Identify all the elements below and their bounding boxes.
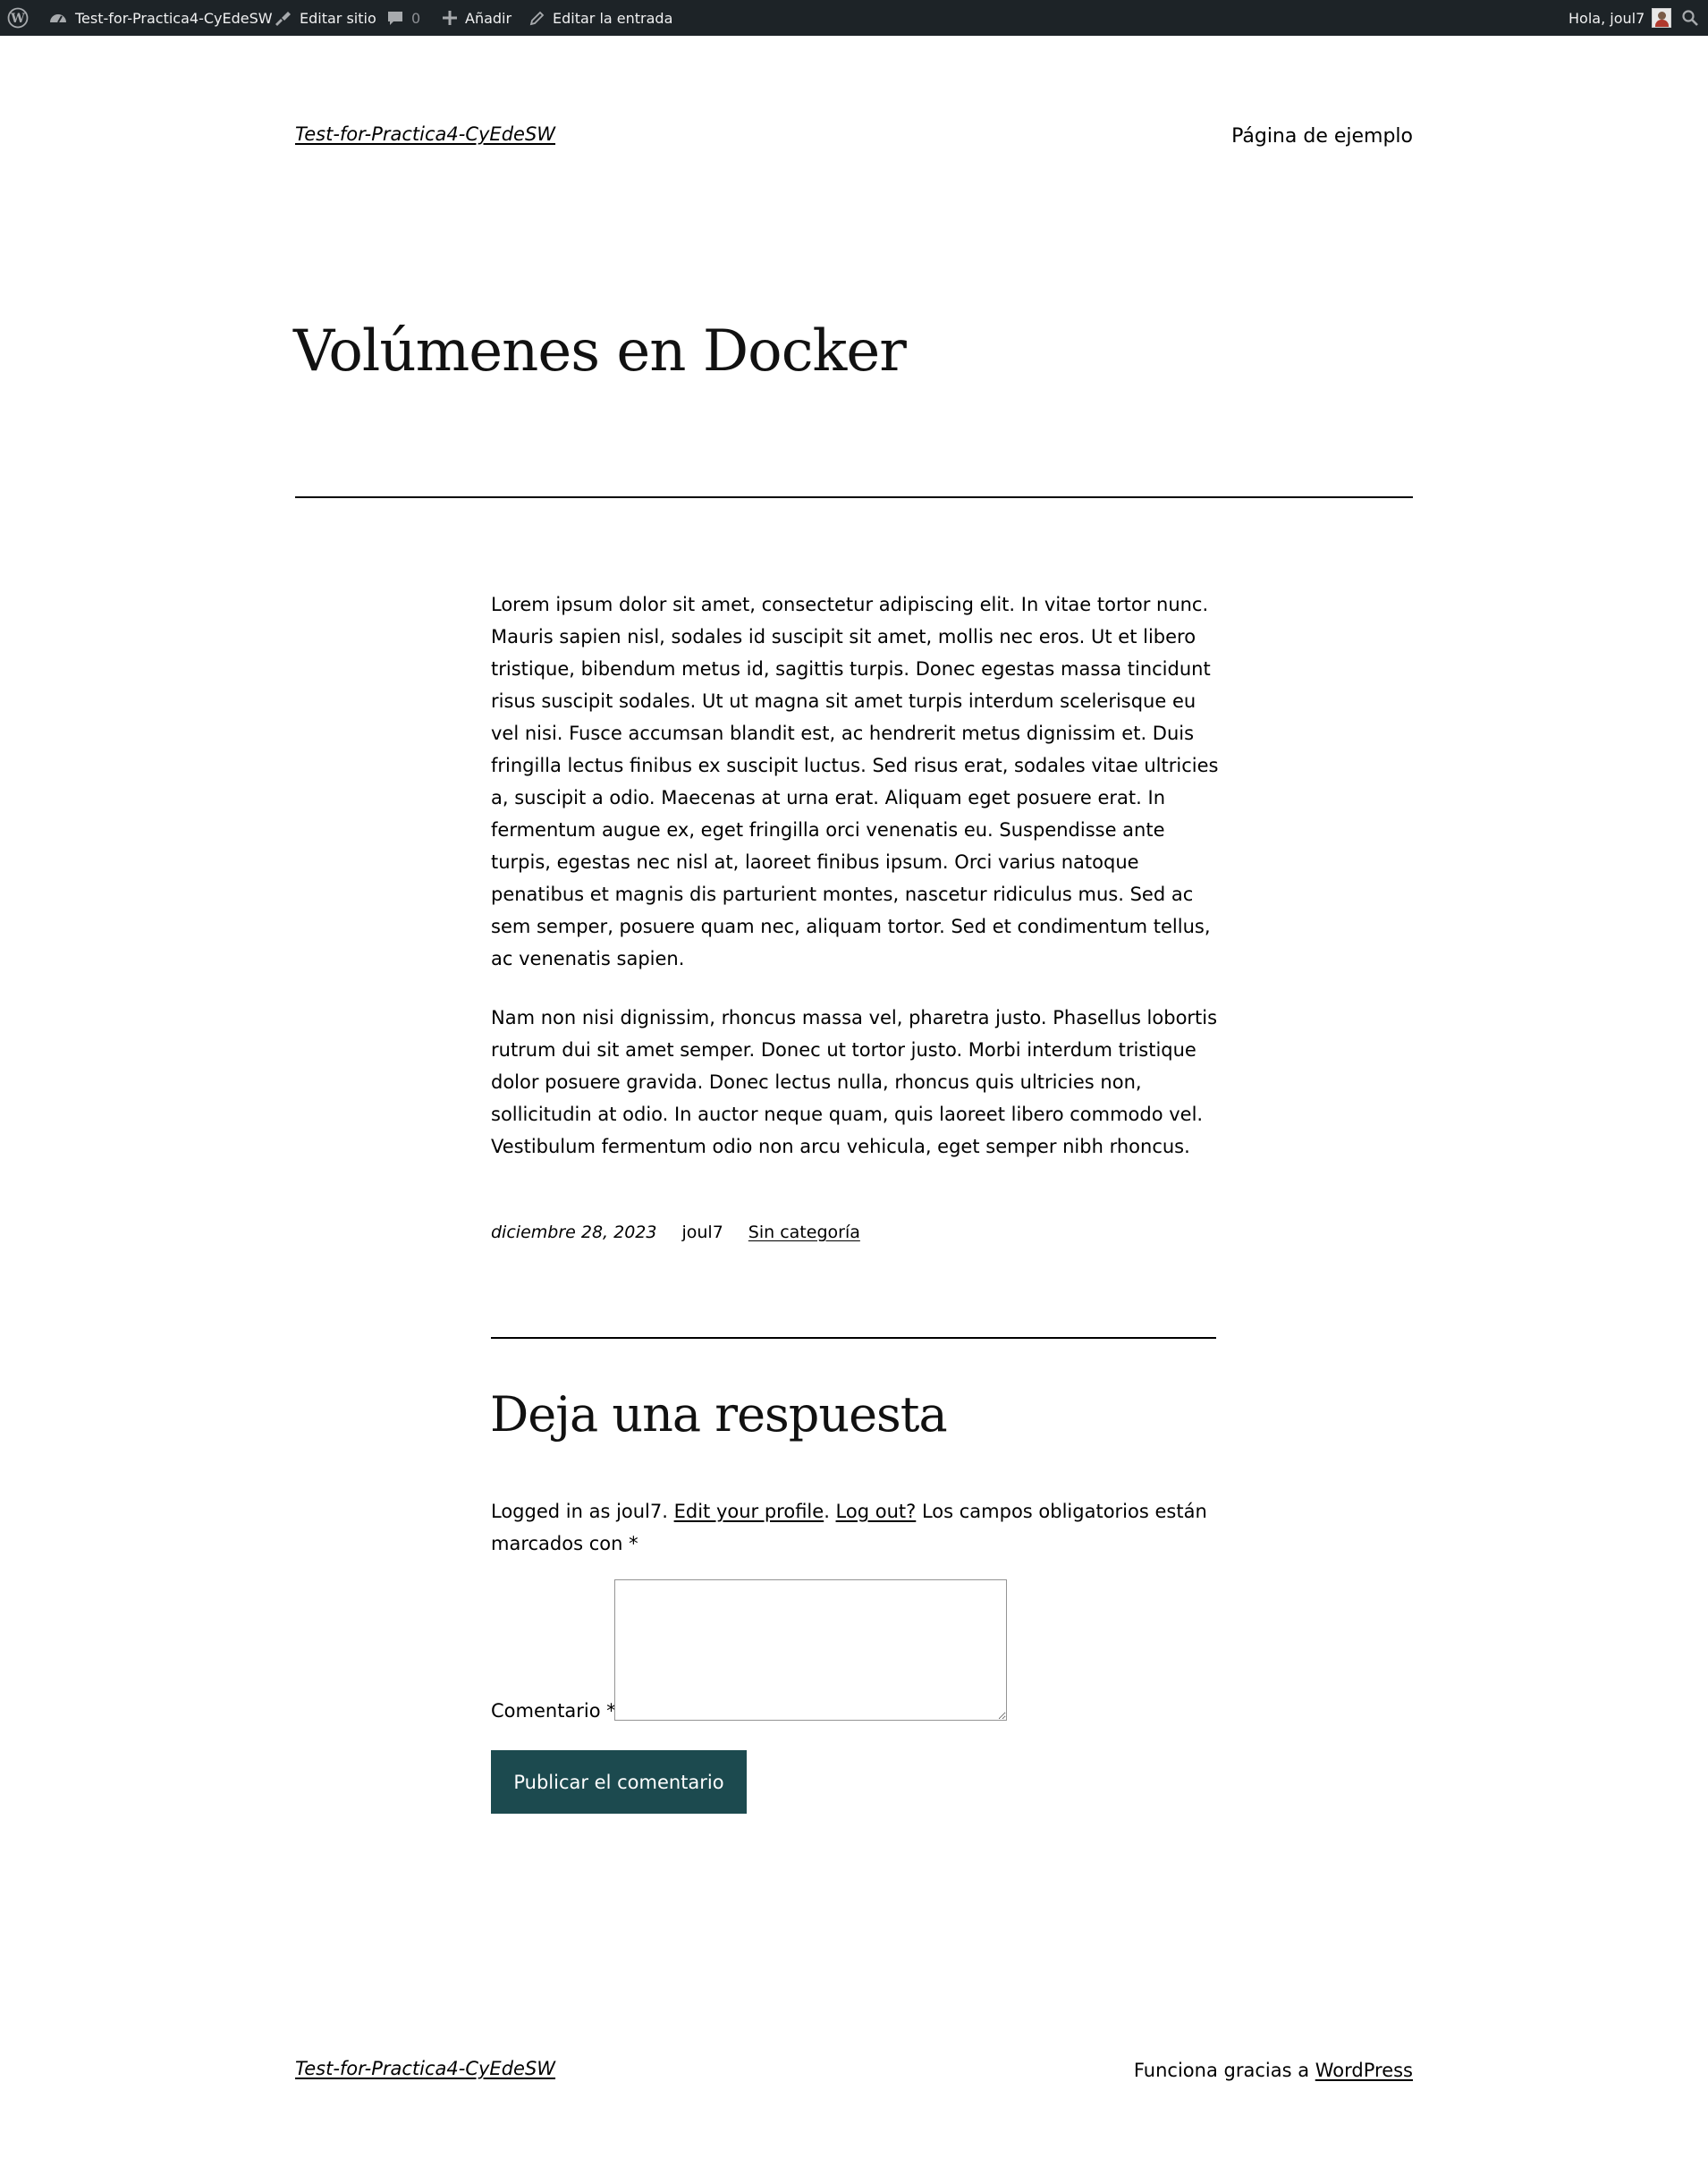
footer-credit-prefix: Funciona gracias a <box>1133 2060 1315 2081</box>
submit-comment-button[interactable]: Publicar el comentario <box>491 1750 747 1814</box>
avatar <box>1652 8 1672 28</box>
admin-bar: W Test-for-Practica4-CyEdeSW Editar siti… <box>0 0 1708 36</box>
comments-link[interactable]: 0 <box>386 0 420 36</box>
log-out-link[interactable]: Log out? <box>836 1501 917 1522</box>
add-new-menu[interactable]: Añadir <box>442 0 512 36</box>
title-separator <box>295 496 1413 498</box>
post-date: diciembre 28, 2023 <box>491 1223 657 1242</box>
svg-text:W: W <box>10 12 25 26</box>
post-content: Lorem ipsum dolor sit amet, consectetur … <box>491 588 1230 1189</box>
pencil-icon <box>529 10 545 26</box>
reply-title: Deja una respuesta <box>490 1386 948 1443</box>
add-new-label: Añadir <box>465 9 512 27</box>
greeting-label: Hola, joul7 <box>1568 9 1645 27</box>
comment-textarea[interactable] <box>614 1579 1007 1721</box>
logged-in-prefix: Logged in as joul7. <box>491 1501 674 1522</box>
site-name-label: Test-for-Practica4-CyEdeSW <box>75 9 273 27</box>
wordpress-menu[interactable]: W <box>7 0 29 36</box>
site-name-menu[interactable]: Test-for-Practica4-CyEdeSW <box>48 0 273 36</box>
edit-site-link[interactable]: Editar sitio <box>273 0 376 36</box>
brush-icon <box>273 9 292 27</box>
edit-post-link[interactable]: Editar la entrada <box>529 0 672 36</box>
logged-in-period: . <box>824 1501 836 1522</box>
search-icon <box>1681 9 1699 27</box>
post-paragraph-2: Nam non nisi dignissim, rhoncus massa ve… <box>491 1007 1218 1157</box>
footer-credit: Funciona gracias a WordPress <box>1134 2060 1413 2081</box>
comment-label: Comentario * <box>491 1700 616 1722</box>
my-account-menu[interactable]: Hola, joul7 <box>1568 0 1672 36</box>
footer-site-title-link[interactable]: Test-for-Practica4-CyEdeSW <box>295 2058 555 2079</box>
comment-icon <box>386 9 404 27</box>
edit-post-label: Editar la entrada <box>553 9 673 27</box>
comments-count: 0 <box>411 9 421 27</box>
nav-sample-page-link[interactable]: Página de ejemplo <box>1231 125 1413 148</box>
post-title: Volúmenes en Docker <box>293 318 907 385</box>
admin-bar-search[interactable] <box>1681 0 1699 36</box>
post-paragraph-1: Lorem ipsum dolor sit amet, consectetur … <box>491 594 1219 969</box>
dashboard-icon <box>48 9 68 27</box>
edit-site-label: Editar sitio <box>300 9 376 27</box>
post-category-link[interactable]: Sin categoría <box>748 1223 860 1242</box>
site-title-link[interactable]: Test-for-Practica4-CyEdeSW <box>295 123 555 145</box>
comments-separator <box>491 1337 1216 1339</box>
logged-in-note: Logged in as joul7. Edit your profile. L… <box>491 1495 1224 1560</box>
wordpress-logo-icon: W <box>7 7 29 29</box>
edit-profile-link[interactable]: Edit your profile <box>674 1501 824 1522</box>
post-author: joul7 <box>681 1223 723 1242</box>
post-meta: diciembre 28, 2023 joul7 Sin categoría <box>491 1223 860 1242</box>
wordpress-link[interactable]: WordPress <box>1315 2060 1413 2081</box>
plus-icon <box>442 10 458 26</box>
